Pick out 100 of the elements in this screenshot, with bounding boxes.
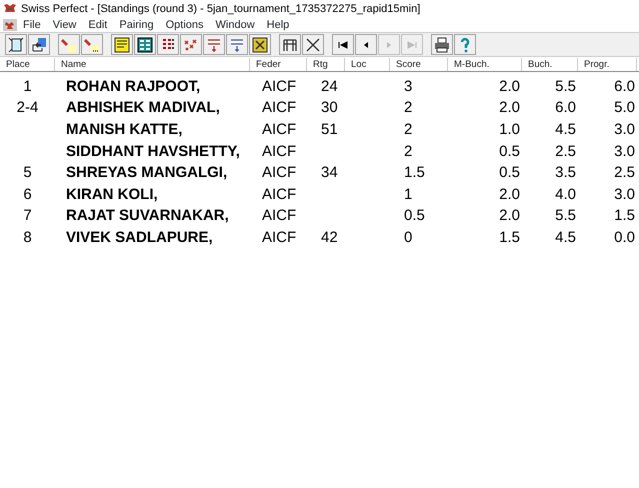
menu-item[interactable]: Help <box>260 16 296 34</box>
new-document-icon <box>8 36 24 52</box>
export-icon <box>31 36 47 52</box>
scatter-icon <box>183 36 199 52</box>
table-cell-text: AICF <box>261 207 298 226</box>
table-cell-text: 51 <box>320 120 339 139</box>
table-cell-text: 6 <box>22 186 33 204</box>
table-cell-text: 0.5 <box>498 164 521 182</box>
table-cell-text: 1.5 <box>403 164 426 182</box>
flashlight-icon <box>84 36 100 52</box>
table-cell-text: 2 <box>403 120 414 139</box>
column-header[interactable]: Score <box>390 58 448 71</box>
table-cell-text: 6.0 <box>613 78 636 96</box>
column-header[interactable]: Buch. <box>522 58 578 71</box>
toolbar-button[interactable] <box>249 34 271 55</box>
toolbar-button[interactable] <box>279 34 301 55</box>
toolbar-button[interactable] <box>355 34 377 55</box>
toolbar-button[interactable] <box>134 34 156 55</box>
crossed-card-icon <box>252 36 268 52</box>
table-cell-text: 3.0 <box>613 186 636 204</box>
table-cell-text: 24 <box>320 78 339 96</box>
table-cell-text: 6.0 <box>554 99 577 118</box>
window-title: Swiss Perfect - [Standings (round 3) - 5jan_tournament_1735372275_rapid15min] <box>21 2 420 17</box>
toolbar-button[interactable] <box>157 34 179 55</box>
toolbar-button[interactable] <box>302 34 324 55</box>
column-header[interactable]: Place <box>0 58 55 71</box>
toolbar-button[interactable] <box>332 34 354 55</box>
table-cell-text: 2 <box>403 142 414 161</box>
table-cell-text: AICF <box>261 186 298 204</box>
toolbar-button[interactable] <box>203 34 225 55</box>
menu-item[interactable]: Edit <box>82 16 114 34</box>
table-cell-text: MANISH KATTE, <box>65 120 184 139</box>
table-cell-text: 5.0 <box>613 99 636 118</box>
spreadsheet-icon <box>114 36 130 52</box>
table-cell-text: 1 <box>403 186 414 204</box>
table-cell-text: 2.0 <box>498 186 521 204</box>
table-cell-text: 4.0 <box>554 186 577 204</box>
toolbar-button[interactable] <box>111 34 133 55</box>
table-cell-text: AICF <box>261 78 298 96</box>
toolbar-button[interactable] <box>5 34 27 55</box>
table-cell-text: 5.5 <box>554 78 577 96</box>
table-cell-text: AICF <box>261 142 298 161</box>
table-cell-text: ROHAN RAJPOOT, <box>65 78 202 96</box>
table-cell-text: 0.5 <box>498 142 521 161</box>
menu-item[interactable]: Pairing <box>113 16 160 34</box>
flashlight-icon <box>61 36 77 52</box>
table-cell-text: 3.0 <box>613 120 636 139</box>
table-cell-text: KIRAN KOLI, <box>65 186 159 204</box>
table-cell-text: SIDDHANT HAVSHETTY, <box>65 142 241 161</box>
column-header[interactable]: Feder <box>250 58 307 71</box>
column-header[interactable]: M-Buch. <box>448 58 522 71</box>
table-cell-text: 2.5 <box>613 164 636 182</box>
column-header[interactable]: Name <box>55 58 250 71</box>
table-cell-text: 30 <box>320 99 339 118</box>
menu-item[interactable]: File <box>17 16 47 34</box>
column-header[interactable]: Progr. <box>578 58 637 71</box>
table-cell-text: 3 <box>403 78 414 96</box>
table-cell-text: 34 <box>320 164 339 182</box>
table-cell-text: SHREYAS MANGALGI, <box>65 164 228 182</box>
table-cell-text: 7 <box>22 207 33 226</box>
table-cell-text: 2.0 <box>498 99 521 118</box>
table-cell-text: 1.5 <box>498 228 521 247</box>
spreadsheet-icon <box>137 36 153 52</box>
table-cell-text: 0 <box>403 228 414 247</box>
table-cell-text: 4.5 <box>554 228 577 247</box>
menu-item[interactable]: View <box>46 16 82 34</box>
table-cell-text: 1 <box>22 78 33 96</box>
table-cell-text: AICF <box>261 99 298 118</box>
table-icon <box>282 36 298 52</box>
toolbar-button[interactable] <box>431 34 453 55</box>
table-cell-text: 3.5 <box>554 164 577 182</box>
table-cell-text: 0.0 <box>613 228 636 247</box>
column-header[interactable]: Rtg <box>307 58 345 71</box>
table-cell-text: 2-4 <box>16 99 40 118</box>
table-cell-text: 8 <box>22 228 33 247</box>
table-cell-text: RAJAT SUVARNAKAR, <box>65 207 230 226</box>
table-cell-text: AICF <box>261 120 298 139</box>
table-cell-text: AICF <box>261 164 298 182</box>
table-cell-text: 1.5 <box>613 207 636 226</box>
table-cell-text: 5.5 <box>554 207 577 226</box>
table-cell-text: AICF <box>261 228 298 247</box>
table-cell-text: 42 <box>320 228 339 247</box>
column-header[interactable]: Loc <box>345 58 390 71</box>
table-cell-text: 2 <box>403 99 414 118</box>
printer-icon <box>434 36 450 52</box>
table-cell-text: 0.5 <box>403 207 426 226</box>
toolbar-button[interactable] <box>226 34 248 55</box>
table-cell-text: VIVEK SADLAPURE, <box>65 228 214 247</box>
table-cell-text: 2.0 <box>498 207 521 226</box>
app-icon <box>3 3 17 15</box>
menu-item[interactable]: Options <box>160 16 210 34</box>
table-cell-text: 1.0 <box>498 120 521 139</box>
cross-icon <box>305 36 321 52</box>
menu-item[interactable]: Window <box>210 16 261 34</box>
table-cell-text: ABHISHEK MADIVAL, <box>65 99 221 118</box>
table-cell-text: 2.5 <box>554 142 577 161</box>
table-cell-text: 4.5 <box>554 120 577 139</box>
table-cell-text: 2.0 <box>498 78 521 96</box>
toolbar-button[interactable] <box>28 34 50 55</box>
table-cell-text: 3.0 <box>613 142 636 161</box>
